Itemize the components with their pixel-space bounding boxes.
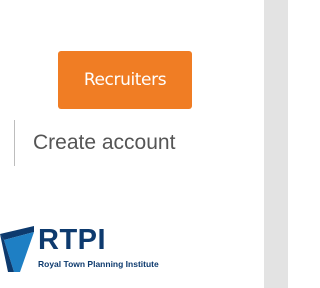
side-panel xyxy=(264,0,288,288)
logo-title: RTPI xyxy=(38,224,107,256)
rtpi-logo-mark-icon xyxy=(0,226,34,272)
logo-subtitle: Royal Town Planning Institute xyxy=(38,259,159,269)
recruiters-button[interactable]: Recruiters xyxy=(58,51,192,109)
divider xyxy=(14,120,15,166)
create-account-link[interactable]: Create account xyxy=(33,130,175,156)
rtpi-logo[interactable]: RTPI Royal Town Planning Institute xyxy=(0,224,200,276)
page: Recruiters Create account RTPI Royal Tow… xyxy=(0,0,288,288)
